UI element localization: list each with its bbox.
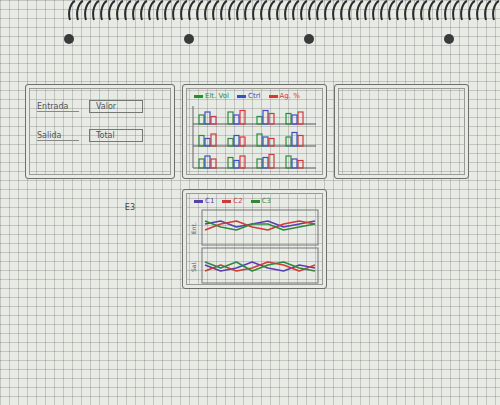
bar	[240, 156, 245, 168]
chart-legend: Elt. Vol Ctrl Ag. %	[190, 92, 319, 100]
bar	[292, 159, 297, 168]
punch-hole	[64, 34, 74, 44]
line-chart	[201, 209, 319, 285]
chart-legend: C1 C2 C3	[190, 197, 319, 205]
bar	[234, 115, 239, 124]
bar-row	[193, 133, 316, 147]
bar	[234, 161, 239, 169]
legend-swatch	[237, 95, 246, 98]
bar	[228, 112, 233, 124]
axis-label: Sal.	[190, 247, 199, 285]
spiral-binding	[0, 0, 500, 22]
bar	[205, 139, 210, 147]
bar	[240, 137, 245, 146]
line	[205, 262, 315, 271]
bar	[263, 137, 268, 146]
bar	[257, 117, 262, 125]
bar	[286, 156, 291, 168]
line	[205, 221, 315, 230]
bar-chart-sketch: Elt. Vol Ctrl Ag. %	[182, 84, 327, 179]
line-panel	[202, 248, 318, 283]
sketch-grid: Entrada Valor Salida Total Elt. Vol Ctrl Ag. %…	[0, 84, 500, 289]
bar	[298, 161, 303, 169]
legend-swatch	[194, 200, 203, 203]
bar	[199, 159, 204, 168]
bar	[269, 139, 274, 147]
legend-item: C3	[251, 197, 271, 205]
side-label: E3	[125, 203, 135, 212]
bar	[292, 115, 297, 124]
legend-swatch	[251, 200, 260, 203]
bar	[211, 117, 216, 125]
form-field[interactable]: Valor	[89, 100, 143, 113]
punch-hole	[304, 34, 314, 44]
bar	[269, 155, 274, 169]
line-panel	[202, 210, 318, 245]
bar	[228, 139, 233, 147]
bar	[205, 112, 210, 124]
line	[205, 262, 315, 271]
bar-row	[193, 111, 316, 125]
empty-sketch	[334, 84, 469, 179]
legend-swatch	[194, 95, 203, 98]
punch-holes	[0, 34, 500, 44]
notebook-page: Entrada Valor Salida Total Elt. Vol Ctrl Ag. %…	[0, 0, 500, 405]
bar	[292, 133, 297, 147]
bar	[269, 114, 274, 125]
bar	[298, 136, 303, 147]
bar	[211, 134, 216, 146]
bar	[263, 158, 268, 169]
legend-item: C1	[194, 197, 214, 205]
form-label: Salida	[37, 131, 79, 141]
bar	[199, 115, 204, 124]
axis-label: Ent.	[190, 209, 199, 247]
line	[205, 221, 315, 230]
form-field[interactable]: Total	[89, 129, 143, 142]
legend-item: Ctrl	[237, 92, 260, 100]
bar	[240, 111, 245, 125]
bar	[286, 114, 291, 125]
legend-swatch	[222, 200, 231, 203]
bar-row	[193, 155, 316, 169]
punch-hole	[184, 34, 194, 44]
bar	[298, 112, 303, 124]
legend-swatch	[269, 95, 278, 98]
bar-chart	[190, 104, 318, 170]
line-chart-sketch: C1 C2 C3 Ent.Sal.	[182, 189, 327, 289]
form-row: Salida Total	[37, 129, 163, 142]
legend-item: Ag. %	[269, 92, 300, 100]
bar	[211, 159, 216, 168]
form-sketch: Entrada Valor Salida Total	[25, 84, 175, 179]
bar	[257, 159, 262, 168]
bar	[286, 137, 291, 146]
bar	[257, 134, 262, 146]
bar	[263, 111, 268, 125]
punch-hole	[444, 34, 454, 44]
bar	[199, 136, 204, 147]
bar	[234, 136, 239, 147]
legend-item: Elt. Vol	[194, 92, 229, 100]
bar	[228, 158, 233, 169]
bar	[205, 156, 210, 168]
line	[205, 262, 315, 271]
legend-item: C2	[222, 197, 242, 205]
form-label: Entrada	[37, 102, 79, 112]
form-row: Entrada Valor	[37, 100, 163, 113]
